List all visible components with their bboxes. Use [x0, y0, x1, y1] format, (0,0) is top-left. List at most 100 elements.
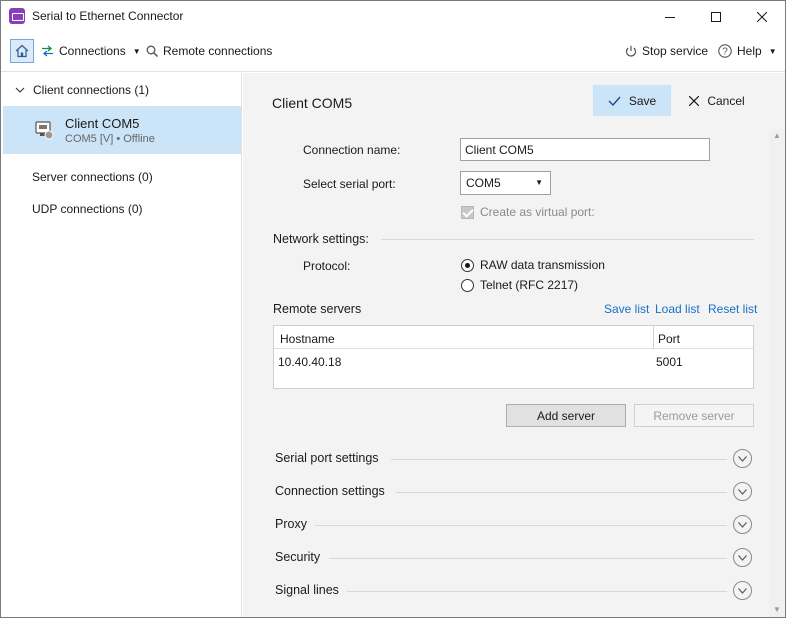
home-icon	[15, 44, 29, 58]
save-list-link[interactable]: Save list	[604, 302, 649, 316]
divider	[329, 558, 727, 559]
save-button[interactable]: Save	[593, 85, 671, 116]
protocol-label: Protocol:	[303, 259, 351, 273]
sidebar: Client connections (1) Client COM5 COM5 …	[1, 73, 242, 617]
cancel-label: Cancel	[707, 93, 745, 108]
serial-port-value: COM5	[466, 176, 501, 190]
virtual-port-checkbox	[461, 205, 474, 219]
chevron-down-icon: ▼	[768, 46, 777, 56]
connections-icon	[42, 45, 53, 57]
connection-editor: Client COM5 Save Cancel Connection name:…	[243, 73, 785, 617]
signal-lines-section[interactable]: Signal lines	[275, 581, 753, 601]
maximize-icon	[711, 11, 721, 22]
protocol-option-label: RAW data transmission	[480, 258, 605, 272]
connection-name: Client COM5	[65, 116, 140, 131]
expand-button[interactable]	[733, 581, 752, 600]
title-bar: Serial to Ethernet Connector	[1, 1, 785, 32]
divider	[391, 459, 727, 460]
section-label: Serial port settings	[275, 451, 379, 465]
chevron-down-icon	[738, 521, 747, 528]
serial-port-select[interactable]: COM5 ▼	[460, 171, 551, 195]
remote-servers-heading: Remote servers	[273, 302, 362, 316]
column-separator[interactable]	[653, 326, 654, 349]
chevron-down-icon	[738, 488, 747, 495]
section-label: Signal lines	[275, 583, 339, 597]
section-label: Security	[275, 550, 321, 564]
sidebar-item-server-connections[interactable]: Server connections (0)	[32, 170, 153, 184]
close-icon	[689, 95, 700, 106]
help-label: Help	[737, 44, 762, 58]
window-title: Serial to Ethernet Connector	[32, 9, 184, 23]
divider	[396, 492, 727, 493]
remove-server-button: Remove server	[634, 404, 754, 427]
serial-port-label: Select serial port:	[303, 177, 396, 191]
chevron-down-icon	[738, 455, 747, 462]
serial-device-icon	[35, 121, 54, 140]
column-header-hostname[interactable]: Hostname	[280, 332, 335, 346]
search-icon	[146, 45, 158, 57]
radio-button-selected	[461, 258, 474, 272]
radio-button	[461, 278, 474, 292]
sidebar-item-client-com5[interactable]: Client COM5 COM5 [V] • Offline	[3, 106, 241, 154]
connection-settings-section[interactable]: Connection settings	[275, 482, 753, 502]
connection-name-field[interactable]	[460, 138, 710, 161]
divider	[347, 591, 727, 592]
connections-menu[interactable]: Connections ▼	[41, 44, 141, 58]
virtual-port-label: Create as virtual port:	[480, 205, 595, 219]
close-window-button[interactable]	[739, 1, 785, 32]
expand-button[interactable]	[733, 515, 752, 534]
reset-list-link[interactable]: Reset list	[708, 302, 757, 316]
vertical-scrollbar[interactable]: ▲ ▼	[769, 129, 785, 617]
connections-label: Connections	[59, 44, 126, 58]
app-window: Serial to Ethernet Connector Connections…	[0, 0, 786, 618]
proxy-section[interactable]: Proxy	[275, 515, 753, 535]
protocol-option-raw[interactable]: RAW data transmission	[461, 258, 605, 272]
maximize-button[interactable]	[693, 1, 739, 32]
client-connections-group[interactable]: Client connections (1)	[15, 83, 149, 97]
chevron-down-icon: ▼	[132, 46, 141, 56]
port-cell: 5001	[656, 355, 683, 369]
stop-service-label: Stop service	[642, 44, 709, 58]
remote-connections-label: Remote connections	[163, 44, 273, 58]
table-header: Hostname Port	[274, 326, 753, 349]
cancel-button[interactable]: Cancel	[679, 85, 755, 116]
protocol-option-label: Telnet (RFC 2217)	[480, 278, 579, 292]
client-connections-label: Client connections (1)	[33, 83, 150, 97]
page-title: Client COM5	[272, 95, 353, 111]
expand-button[interactable]	[733, 482, 752, 501]
home-button[interactable]	[10, 39, 34, 63]
expand-button[interactable]	[733, 548, 752, 567]
power-icon	[625, 45, 637, 57]
stop-service-button[interactable]: Stop service	[625, 44, 708, 58]
divider	[381, 239, 754, 240]
section-label: Proxy	[275, 517, 307, 531]
app-logo-icon	[9, 8, 25, 24]
minimize-button[interactable]	[647, 1, 693, 32]
scroll-up-icon[interactable]: ▲	[773, 131, 781, 140]
save-label: Save	[628, 93, 657, 108]
sidebar-item-udp-connections[interactable]: UDP connections (0)	[32, 202, 143, 216]
close-icon	[757, 11, 767, 22]
remote-connections-button[interactable]: Remote connections	[146, 44, 272, 58]
minimize-icon	[665, 16, 675, 18]
add-server-button[interactable]: Add server	[506, 404, 626, 427]
security-section[interactable]: Security	[275, 548, 753, 568]
section-label: Connection settings	[275, 484, 385, 498]
divider	[315, 525, 727, 526]
remote-servers-table: Hostname Port 10.40.40.18 5001	[273, 325, 754, 389]
protocol-option-telnet[interactable]: Telnet (RFC 2217)	[461, 278, 578, 292]
scroll-down-icon[interactable]: ▼	[773, 605, 781, 614]
connection-name-label: Connection name:	[303, 143, 401, 157]
expand-button[interactable]	[733, 449, 752, 468]
column-header-port[interactable]: Port	[658, 332, 680, 346]
help-icon: ?	[718, 44, 732, 58]
toolbar: Connections ▼ Remote connections Stop se…	[1, 32, 785, 72]
network-settings-heading: Network settings:	[273, 232, 369, 246]
chevron-down-icon	[738, 587, 747, 594]
hostname-cell: 10.40.40.18	[278, 355, 342, 369]
serial-port-settings-section[interactable]: Serial port settings	[275, 449, 753, 469]
load-list-link[interactable]: Load list	[655, 302, 700, 316]
help-menu[interactable]: ? Help ▼	[718, 44, 777, 58]
virtual-port-option: Create as virtual port:	[461, 205, 595, 219]
chevron-down-icon	[15, 87, 25, 93]
